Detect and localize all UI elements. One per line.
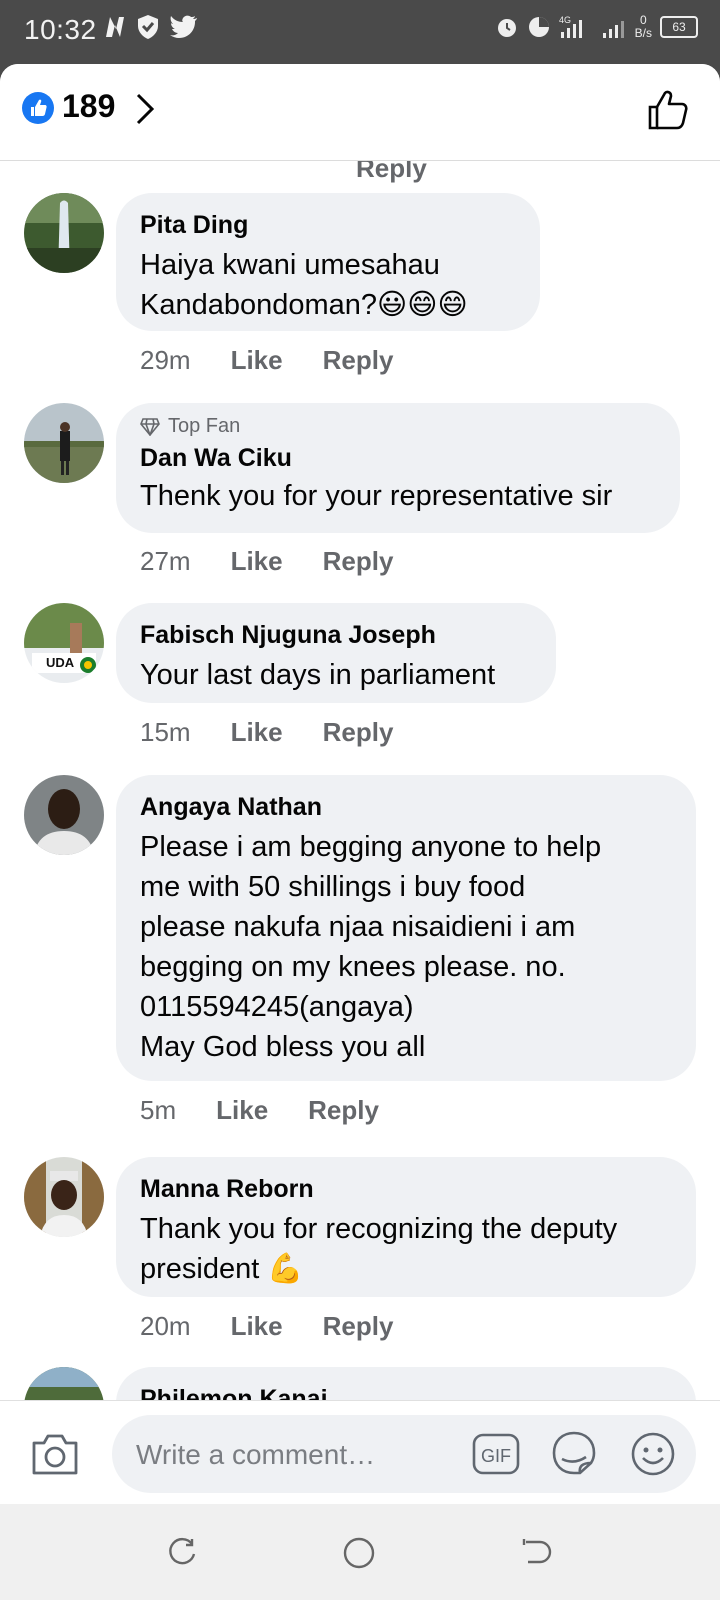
n-notification-icon bbox=[106, 17, 124, 37]
avatar[interactable] bbox=[24, 775, 104, 855]
reply-button[interactable]: Reply bbox=[308, 1095, 379, 1126]
comment-author[interactable]: Angaya Nathan bbox=[140, 791, 672, 823]
status-bar: 10:32 4G 0 B/s 63 bbox=[0, 0, 720, 64]
like-button[interactable]: Like bbox=[231, 546, 283, 577]
comment-time[interactable]: 5m bbox=[140, 1095, 176, 1126]
comment-bubble[interactable]: Fabisch Njuguna Joseph Your last days in… bbox=[116, 603, 556, 703]
reactions-header[interactable]: 189 bbox=[0, 64, 720, 161]
comment-meta: 15m Like Reply bbox=[140, 717, 393, 748]
avatar[interactable] bbox=[24, 403, 104, 483]
gif-icon[interactable]: GIF bbox=[472, 1433, 520, 1475]
like-button[interactable]: Like bbox=[231, 1311, 283, 1342]
comment-meta: 29m Like Reply bbox=[140, 345, 393, 376]
avatar[interactable] bbox=[24, 1157, 104, 1237]
like-reaction-icon bbox=[22, 92, 54, 124]
reply-button[interactable]: Reply bbox=[323, 717, 394, 748]
like-outline-icon[interactable] bbox=[646, 88, 690, 132]
signal-4g-icon: 4G bbox=[559, 15, 582, 38]
comment-time[interactable]: 20m bbox=[140, 1311, 191, 1342]
comment-input[interactable] bbox=[134, 1429, 448, 1481]
comment-bubble[interactable]: Pita Ding Haiya kwani umesahau Kandabond… bbox=[116, 193, 540, 331]
like-button[interactable]: Like bbox=[216, 1095, 268, 1126]
signal-icon bbox=[602, 21, 624, 38]
camera-icon[interactable] bbox=[30, 1431, 80, 1477]
net-speed-unit: B/s bbox=[634, 26, 652, 40]
data-saver-icon bbox=[528, 17, 549, 37]
badge-label: Top Fan bbox=[168, 415, 241, 437]
comment-meta: 5m Like Reply bbox=[140, 1095, 379, 1126]
reply-button[interactable]: Reply bbox=[323, 345, 394, 376]
avatar[interactable] bbox=[24, 193, 104, 273]
status-left-icons bbox=[104, 14, 198, 40]
battery-indicator: 63 bbox=[660, 16, 698, 38]
avatar[interactable]: UDA bbox=[24, 603, 104, 683]
sticker-icon[interactable] bbox=[550, 1429, 598, 1477]
comment-bubble[interactable]: Angaya Nathan Please i am begging anyone… bbox=[116, 775, 696, 1081]
recent-apps-icon[interactable] bbox=[166, 1536, 198, 1568]
comment-time[interactable]: 29m bbox=[140, 345, 191, 376]
comment-time[interactable]: 27m bbox=[140, 546, 191, 577]
comment-bubble[interactable]: Manna Reborn Thank you for recognizing t… bbox=[116, 1157, 696, 1297]
comment-meta: 27m Like Reply bbox=[140, 546, 393, 577]
comment-text: Thenk you for your representative sir bbox=[140, 480, 613, 512]
shield-icon bbox=[138, 15, 158, 39]
reaction-count[interactable]: 189 bbox=[62, 88, 115, 125]
home-icon[interactable] bbox=[342, 1536, 376, 1570]
comments-sheet: 189 Reply Pita Ding Haiya kwani umesahau… bbox=[0, 64, 720, 1504]
comment-bubble[interactable]: Top Fan Dan Wa Ciku Thenk you for your r… bbox=[116, 403, 680, 533]
comment-time[interactable]: 15m bbox=[140, 717, 191, 748]
system-nav-bar bbox=[0, 1504, 720, 1600]
alarm-icon bbox=[497, 19, 516, 37]
emoji-icon[interactable] bbox=[630, 1431, 676, 1477]
like-button[interactable]: Like bbox=[231, 345, 283, 376]
back-icon[interactable] bbox=[520, 1536, 552, 1568]
net-speed: 0 B/s bbox=[635, 14, 652, 40]
comment-composer: GIF bbox=[0, 1400, 720, 1504]
comment-text: Haiya kwani umesahau Kandabondoman?😃😄😄 bbox=[140, 249, 468, 321]
avatar-text: UDA bbox=[46, 655, 75, 670]
like-button[interactable]: Like bbox=[231, 717, 283, 748]
comment-input-container[interactable]: GIF bbox=[112, 1415, 696, 1493]
top-fan-badge: Top Fan bbox=[140, 415, 656, 438]
comment-text: Your last days in parliament bbox=[140, 659, 496, 691]
reply-button[interactable]: Reply bbox=[323, 1311, 394, 1342]
comment-author[interactable]: Dan Wa Ciku bbox=[140, 442, 656, 474]
comment-text: Thank you for recognizing the deputy pre… bbox=[140, 1213, 618, 1285]
diamond-icon bbox=[140, 417, 160, 436]
cut-off-reply: Reply bbox=[356, 161, 427, 183]
comment-author[interactable]: Manna Reborn bbox=[140, 1173, 672, 1205]
comment-meta: 20m Like Reply bbox=[140, 1311, 393, 1342]
svg-text:4G: 4G bbox=[559, 15, 571, 25]
status-right-icons: 4G 0 B/s 63 bbox=[495, 14, 698, 40]
status-time: 10:32 bbox=[24, 14, 97, 45]
comment-list[interactable]: Reply Pita Ding Haiya kwani umesahau Kan… bbox=[0, 161, 720, 1463]
gif-label: GIF bbox=[481, 1446, 511, 1466]
comment-author[interactable]: Fabisch Njuguna Joseph bbox=[140, 619, 532, 651]
twitter-icon bbox=[170, 15, 197, 38]
comment-author[interactable]: Pita Ding bbox=[140, 209, 516, 241]
comment-text: Please i am begging anyone to help me wi… bbox=[140, 831, 602, 1063]
reply-button[interactable]: Reply bbox=[323, 546, 394, 577]
chevron-right-icon[interactable] bbox=[134, 92, 156, 126]
